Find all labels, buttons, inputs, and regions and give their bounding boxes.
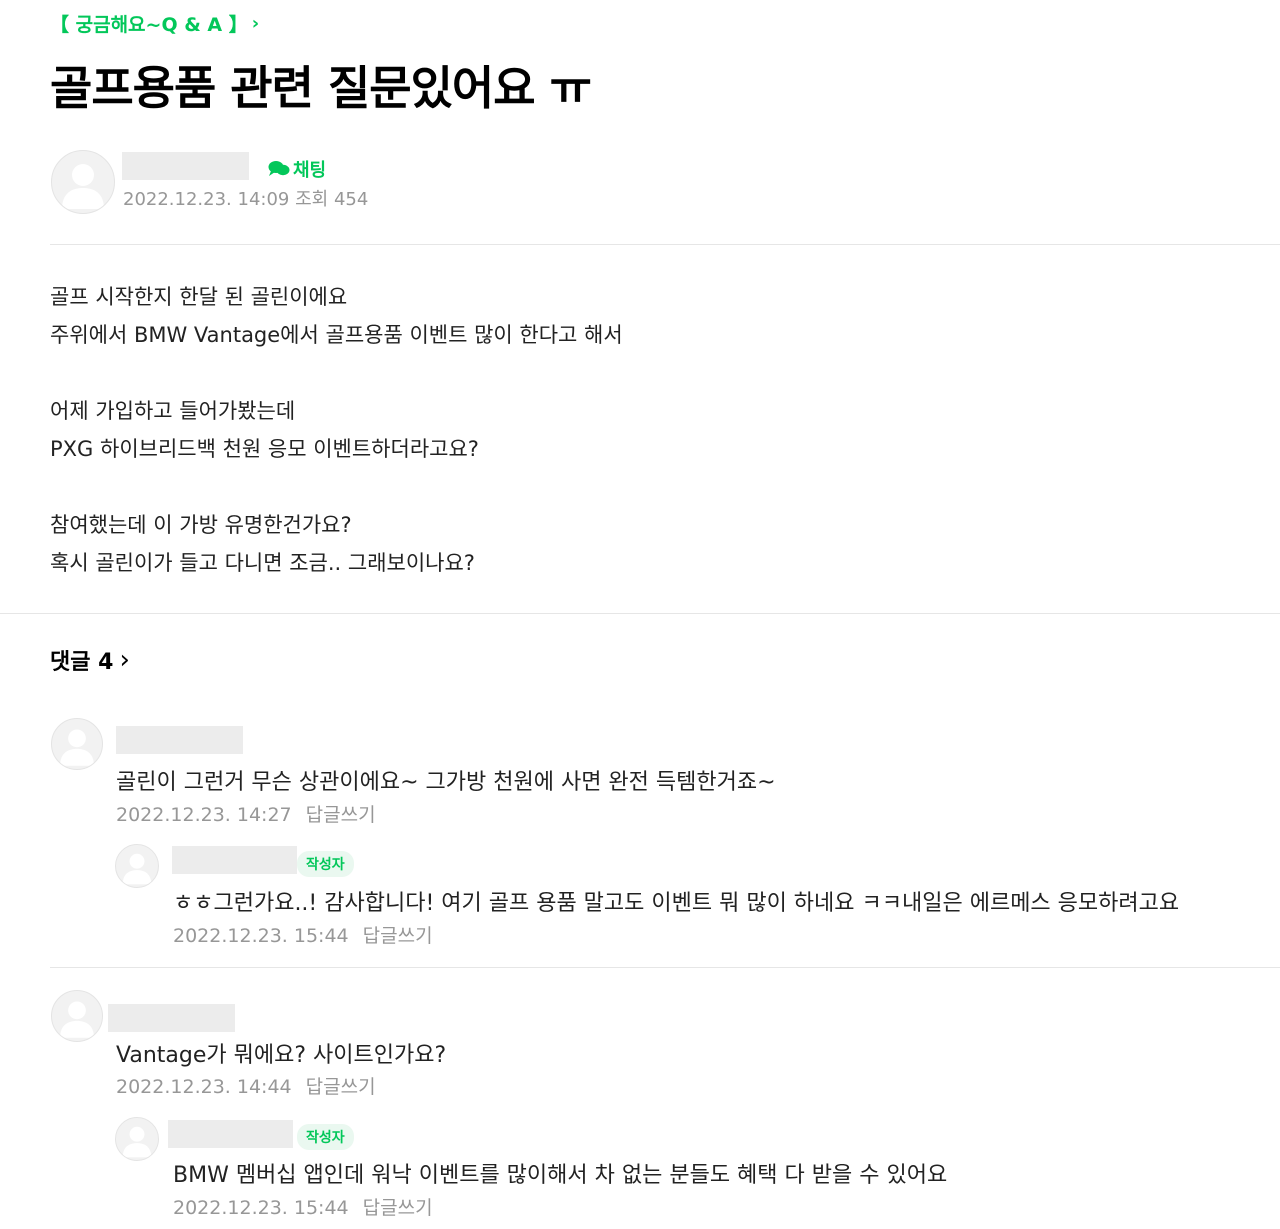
comment-meta: 2022.12.23. 15:44 답글쓰기: [173, 921, 433, 948]
chat-label: 채팅: [293, 160, 327, 181]
author-name-redacted[interactable]: [122, 152, 249, 180]
commenter-name-redacted[interactable]: [168, 1120, 293, 1148]
reply-button[interactable]: 답글쓰기: [363, 1197, 433, 1219]
comment-meta: 2022.12.23. 14:44 답글쓰기: [116, 1072, 376, 1099]
default-profile-icon: [60, 1001, 94, 1038]
comment-meta: 2022.12.23. 14:27 답글쓰기: [116, 800, 376, 827]
comment-date: 2022.12.23. 15:44: [173, 1197, 349, 1219]
chat-button[interactable]: 채팅: [268, 156, 326, 182]
comment-text: Vantage가 뭐에요? 사이트인가요?: [116, 1043, 447, 1068]
comment-divider: [50, 967, 1280, 968]
comment-date: 2022.12.23. 14:27: [116, 804, 292, 826]
body-line: 혹시 골린이가 들고 다니면 조금.. 그래보이나요?: [50, 551, 475, 575]
comment-date: 2022.12.23. 14:44: [116, 1076, 292, 1098]
commenter-avatar[interactable]: [115, 844, 159, 888]
comment-meta: 2022.12.23. 15:44 답글쓰기: [173, 1193, 433, 1220]
post-title: 골프용품 관련 질문있어요 ㅠ: [50, 61, 592, 115]
comments-count: 댓글 4: [50, 650, 114, 675]
commenter-avatar[interactable]: [51, 718, 103, 770]
reply-button[interactable]: 답글쓰기: [306, 804, 376, 826]
body-line: PXG 하이브리드백 천원 응모 이벤트하더라고요?: [50, 437, 479, 461]
commenter-avatar[interactable]: [115, 1117, 159, 1161]
post-date: 2022.12.23. 14:09: [123, 189, 290, 210]
commenter-avatar[interactable]: [51, 990, 103, 1042]
chevron-right-icon: ›: [251, 13, 260, 34]
chevron-right-icon: ›: [119, 645, 130, 675]
body-line: 어제 가입하고 들어가봤는데: [50, 399, 296, 423]
body-line: [50, 468, 1250, 506]
author-avatar[interactable]: [51, 150, 115, 214]
category-link[interactable]: 【 궁금해요~Q & A 】 ›: [50, 10, 259, 37]
body-line: 참여했는데 이 가방 유명한건가요?: [50, 513, 352, 537]
comment-text: BMW 멤버십 앱인데 워낙 이벤트를 많이해서 차 없는 분들도 혜택 다 받…: [173, 1163, 948, 1188]
body-line: [50, 354, 1250, 392]
default-profile-icon: [60, 729, 94, 766]
commenter-name-redacted[interactable]: [172, 846, 297, 874]
commenter-name-redacted[interactable]: [116, 726, 243, 754]
comment-date: 2022.12.23. 15:44: [173, 925, 349, 947]
commenter-name-redacted[interactable]: [108, 1004, 235, 1032]
post-body: 골프 시작한지 한달 된 골린이에요 주위에서 BMW Vantage에서 골프…: [50, 278, 1250, 582]
author-badge: 작성자: [297, 1124, 354, 1150]
post-views: 조회 454: [295, 189, 369, 210]
body-line: 골프 시작한지 한달 된 골린이에요: [50, 285, 348, 309]
header-divider: [50, 244, 1280, 245]
reply-button[interactable]: 답글쓰기: [306, 1076, 376, 1098]
chat-bubble-icon: [268, 161, 290, 176]
category-label: 【 궁금해요~Q & A 】: [50, 14, 248, 36]
default-profile-icon: [122, 853, 152, 885]
comment-text: ㅎㅎ그런가요..! 감사합니다! 여기 골프 용품 말고도 이벤트 뭐 많이 하…: [173, 891, 1180, 916]
author-badge: 작성자: [297, 851, 354, 877]
body-line: 주위에서 BMW Vantage에서 골프용품 이벤트 많이 한다고 해서: [50, 323, 623, 347]
comments-header[interactable]: 댓글 4 ›: [50, 644, 130, 676]
comment-text: 골린이 그런거 무슨 상관이에요~ 그가방 천원에 사면 완전 득템한거죠~: [116, 770, 776, 795]
post-meta: 2022.12.23. 14:09 조회 454: [123, 185, 368, 211]
default-profile-icon: [62, 164, 104, 209]
reply-button[interactable]: 답글쓰기: [363, 925, 433, 947]
body-divider: [0, 613, 1280, 614]
default-profile-icon: [122, 1126, 152, 1158]
